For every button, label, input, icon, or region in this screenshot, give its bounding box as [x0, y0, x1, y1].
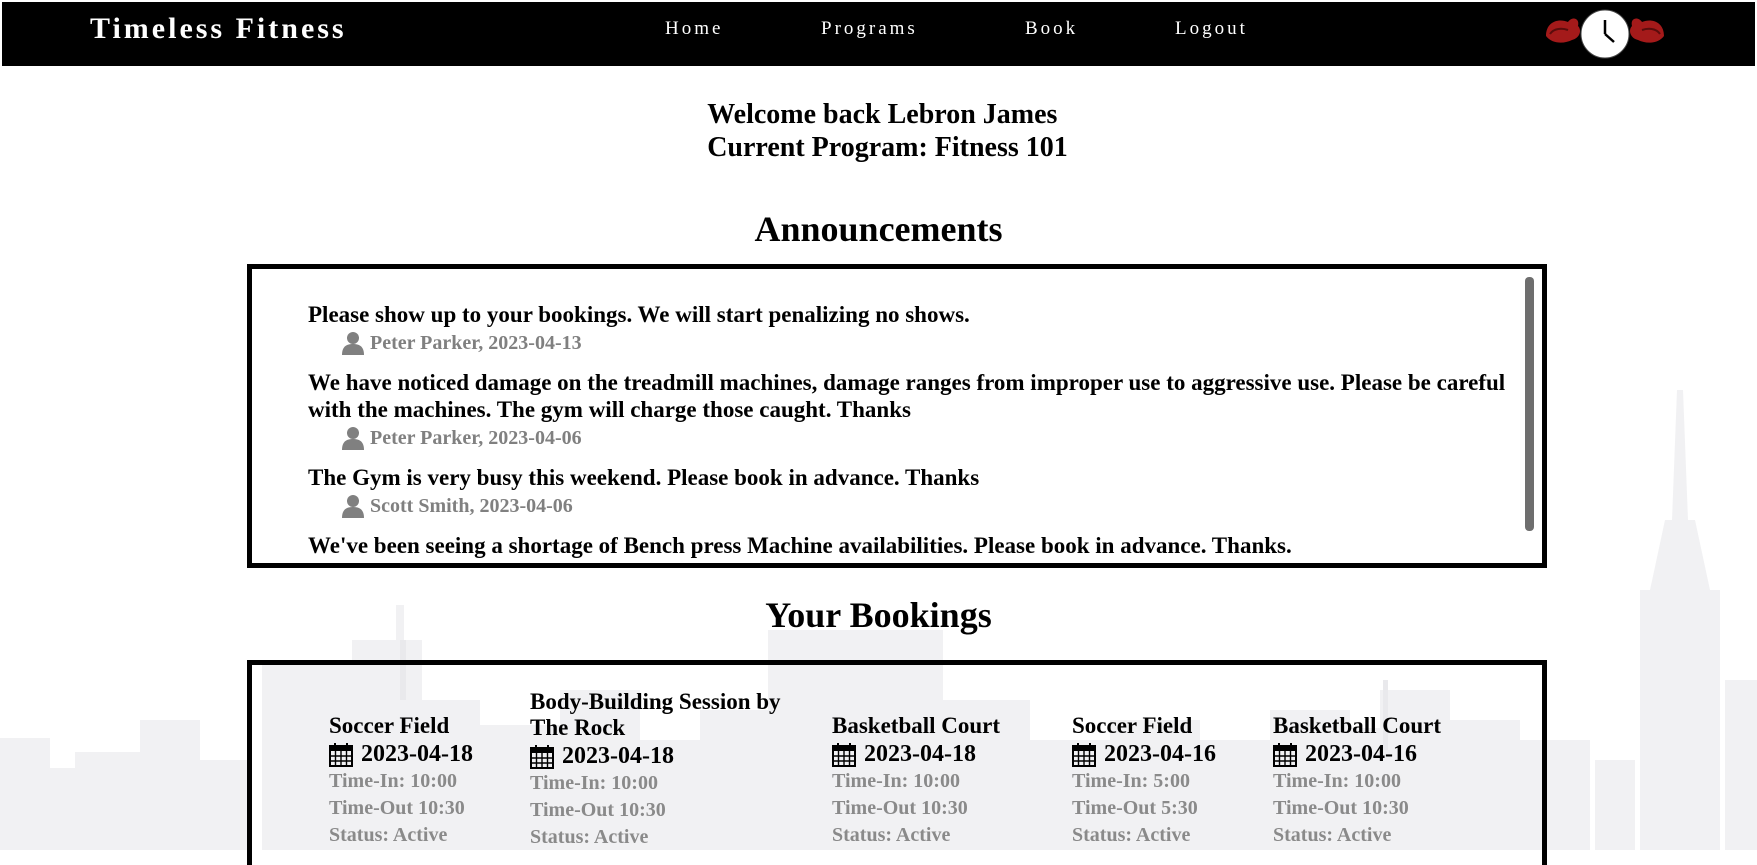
booking-card[interactable]: Basketball Court 2023-04-16 Time-In: 10:…: [1273, 689, 1543, 849]
booking-title: Basketball Court: [832, 713, 1001, 738]
announcement-meta: Peter Parker, 2023-04-06: [342, 426, 1528, 450]
announcement-text: Please show up to your bookings. We will…: [308, 302, 970, 327]
bookings-panel: Soccer Field 2023-04-18 Time-In: 10:00 T…: [247, 660, 1547, 865]
nav-link-programs[interactable]: Programs: [821, 18, 918, 40]
booking-date-value: 2023-04-16: [1104, 741, 1216, 767]
calendar-icon: [530, 744, 554, 769]
booking-title: Body-Building Session by The Rock: [530, 689, 781, 740]
booking-date-value: 2023-04-18: [562, 743, 674, 769]
bookings-heading: Your Bookings: [765, 595, 992, 635]
calendar-icon: [1273, 742, 1297, 767]
booking-time-out: Time-Out 10:30: [1273, 797, 1409, 819]
announcement-text: The Gym is very busy this weekend. Pleas…: [308, 465, 980, 490]
booking-date: 2023-04-16: [1273, 741, 1543, 768]
booking-date: 2023-04-18: [832, 741, 1102, 768]
user-icon: [342, 427, 364, 450]
calendar-icon: [1072, 742, 1096, 767]
welcome-message: Welcome back Lebron James Current Progra…: [0, 98, 1757, 164]
announcements-heading: Announcements: [754, 209, 1003, 249]
nav-link-home[interactable]: Home: [665, 18, 723, 40]
calendar-icon: [329, 742, 353, 767]
booking-time-in: Time-In: 10:00: [1273, 770, 1401, 792]
announcements-list: Please show up to your bookings. We will…: [308, 301, 1528, 568]
booking-time-in: Time-In: 10:00: [832, 770, 960, 792]
booking-card[interactable]: Body-Building Session by The Rock 2023-0…: [530, 689, 800, 849]
booking-date-value: 2023-04-16: [1305, 741, 1417, 767]
announcement-meta: Scott Smith, 2023-04-06: [342, 494, 1528, 518]
announcement-meta: [342, 562, 1528, 568]
booking-status: Status: Active: [1273, 824, 1392, 846]
announcements-scrollbar[interactable]: [1525, 277, 1534, 531]
nav-link-book[interactable]: Book: [1025, 18, 1078, 40]
announcement-meta: Peter Parker, 2023-04-13: [342, 331, 1528, 355]
announcement-author-date: Peter Parker, 2023-04-13: [370, 331, 582, 354]
booking-status: Status: Active: [530, 826, 649, 848]
user-icon: [342, 495, 364, 518]
booking-time-out: Time-Out 10:30: [832, 797, 968, 819]
announcement-item: We have noticed damage on the treadmill …: [308, 369, 1528, 450]
booking-date: 2023-04-18: [530, 743, 800, 770]
announcement-text: We have noticed damage on the treadmill …: [308, 370, 1506, 422]
booking-date-value: 2023-04-18: [361, 741, 473, 767]
booking-title: Basketball Court: [1273, 713, 1442, 738]
booking-time-out: Time-Out 10:30: [530, 799, 666, 821]
announcement-item: Please show up to your bookings. We will…: [308, 301, 1528, 355]
announcement-author-date: Peter Parker, 2023-04-06: [370, 426, 582, 449]
user-icon: [342, 562, 364, 568]
booking-time-in: Time-In: 10:00: [530, 772, 658, 794]
announcement-item: The Gym is very busy this weekend. Pleas…: [308, 464, 1528, 518]
calendar-icon: [832, 742, 856, 767]
current-program: Current Program: Fitness 101: [707, 132, 1068, 163]
booking-status: Status: Active: [832, 824, 951, 846]
user-icon: [342, 332, 364, 355]
announcement-author-date: Scott Smith, 2023-04-06: [370, 494, 573, 517]
nav-link-logout[interactable]: Logout: [1175, 18, 1248, 40]
top-navbar: Timeless Fitness Home Programs Book Logo…: [2, 2, 1755, 66]
brand-title[interactable]: Timeless Fitness: [90, 12, 347, 46]
clock-logo-icon[interactable]: [1542, 8, 1668, 60]
announcements-panel[interactable]: Please show up to your bookings. We will…: [247, 264, 1547, 568]
booking-card[interactable]: Basketball Court 2023-04-18 Time-In: 10:…: [832, 689, 1102, 849]
announcement-text: We've been seeing a shortage of Bench pr…: [308, 533, 1292, 558]
booking-date-value: 2023-04-18: [864, 741, 976, 767]
welcome-greeting: Welcome back Lebron James: [707, 99, 1058, 130]
announcement-item: We've been seeing a shortage of Bench pr…: [308, 532, 1528, 568]
